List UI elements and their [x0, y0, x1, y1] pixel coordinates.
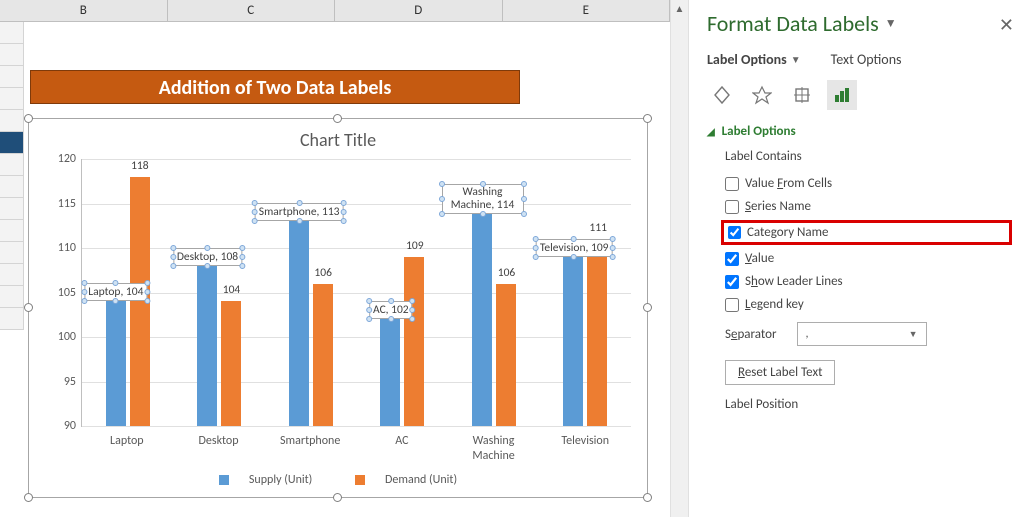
title-banner: Addition of Two Data Labels: [30, 70, 520, 104]
bar-demand[interactable]: [587, 239, 607, 426]
x-axis-tick: Laptop: [81, 434, 173, 463]
bar-supply[interactable]: [472, 212, 492, 426]
resize-handle[interactable]: [24, 303, 33, 312]
col-header[interactable]: E: [503, 0, 671, 21]
chart-title[interactable]: Chart Title: [33, 123, 643, 155]
pane-icon-tabs: [707, 80, 1012, 110]
bar-supply[interactable]: [289, 221, 309, 426]
opt-category-name-hl: Category Name: [721, 220, 1012, 245]
column-headers: B C D E: [0, 0, 670, 22]
bar-supply[interactable]: [106, 301, 126, 426]
data-label[interactable]: 109: [406, 239, 424, 253]
chart-object[interactable]: Chart Title 9095100105110115120Laptop, 1…: [28, 118, 648, 498]
resize-handle[interactable]: [643, 493, 652, 502]
chart-area: Chart Title 9095100105110115120Laptop, 1…: [33, 123, 643, 493]
checkbox[interactable]: [725, 298, 739, 312]
data-label[interactable]: 118: [131, 159, 149, 173]
y-axis-tick: 95: [42, 375, 82, 389]
x-axis-tick: AC: [356, 434, 448, 463]
bar-supply[interactable]: [563, 257, 583, 426]
resize-handle[interactable]: [24, 114, 33, 123]
legend-item: Supply (Unit): [209, 473, 322, 487]
checkbox[interactable]: [725, 275, 739, 289]
data-label[interactable]: Desktop, 108: [173, 248, 242, 266]
resize-handle[interactable]: [24, 493, 33, 502]
resize-handle[interactable]: [643, 114, 652, 123]
chart-options-icon[interactable]: [827, 80, 857, 110]
reset-label-text-button[interactable]: Reset Label Text: [725, 360, 835, 385]
pane-title: Format Data Labels ▼: [707, 10, 1012, 37]
data-label[interactable]: AC, 102: [369, 301, 413, 319]
section-label-options[interactable]: ◢ Label Options: [707, 124, 1012, 139]
opt-series-name[interactable]: Series Name: [707, 195, 1012, 218]
data-label[interactable]: 106: [498, 266, 516, 280]
fill-icon[interactable]: [707, 80, 737, 110]
vertical-scrollbar[interactable]: ▲: [670, 0, 688, 517]
col-header[interactable]: D: [335, 0, 503, 21]
bar-demand[interactable]: [313, 284, 333, 426]
x-axis-tick: Television: [539, 434, 631, 463]
resize-handle[interactable]: [333, 114, 342, 123]
x-axis-tick: Desktop: [173, 434, 265, 463]
separator-dropdown[interactable]: , ▼: [797, 322, 927, 346]
legend: Supply (Unit) Demand (Unit): [33, 473, 643, 487]
data-label[interactable]: Television, 109: [536, 239, 613, 257]
opt-value[interactable]: Value: [707, 247, 1012, 270]
scroll-up-icon[interactable]: ▲: [671, 0, 688, 18]
y-axis-tick: 110: [42, 241, 82, 255]
data-label[interactable]: 106: [314, 266, 332, 280]
size-icon[interactable]: [787, 80, 817, 110]
plot-area: 9095100105110115120Laptop, 104Desktop, 1…: [81, 159, 631, 427]
label-position-header: Label Position: [707, 397, 1012, 412]
data-label[interactable]: 111: [589, 221, 607, 235]
opt-leader-lines[interactable]: Show Leader Lines: [707, 270, 1012, 293]
col-header[interactable]: B: [0, 0, 168, 21]
chevron-down-icon: ▼: [791, 53, 801, 66]
bar-demand[interactable]: [496, 284, 516, 426]
checkbox[interactable]: [725, 252, 739, 266]
bar-demand[interactable]: [404, 257, 424, 426]
bar-supply[interactable]: [197, 266, 217, 426]
data-label[interactable]: 104: [223, 283, 241, 297]
y-axis-tick: 120: [42, 152, 82, 166]
label-contains-header: Label Contains: [707, 149, 1012, 164]
data-label[interactable]: Washing Machine, 114: [442, 184, 524, 213]
checkbox[interactable]: [725, 177, 739, 191]
opt-category-name-label[interactable]: Category Name: [747, 225, 829, 240]
y-axis-tick: 100: [42, 330, 82, 344]
opt-value-from-cells[interactable]: Value From Cells: [707, 172, 1012, 195]
data-label[interactable]: Smartphone, 113: [255, 203, 344, 221]
x-axis-tick: WashingMachine: [448, 434, 540, 463]
checkbox[interactable]: [728, 226, 741, 239]
tab-label-options[interactable]: Label Options ▼: [707, 51, 801, 68]
format-pane: ✕ Format Data Labels ▼ Label Options ▼ T…: [688, 0, 1030, 517]
y-axis-tick: 105: [42, 286, 82, 300]
app-root: B C D E Addition of Two Data Labels Char…: [0, 0, 1030, 517]
separator-row: Separator , ▼: [707, 316, 1012, 352]
y-axis-tick: 90: [42, 419, 82, 433]
chevron-down-icon[interactable]: ▼: [885, 16, 897, 31]
effects-icon[interactable]: [747, 80, 777, 110]
row-headers: [0, 22, 24, 330]
tab-text-options[interactable]: Text Options: [831, 51, 902, 68]
resize-handle[interactable]: [333, 493, 342, 502]
data-label[interactable]: Laptop, 104: [84, 283, 147, 301]
resize-handle[interactable]: [643, 303, 652, 312]
legend-item: Demand (Unit): [345, 473, 467, 487]
opt-legend-key[interactable]: Legend key: [707, 293, 1012, 316]
checkbox[interactable]: [725, 200, 739, 214]
x-axis-tick: Smartphone: [264, 434, 356, 463]
bar-supply[interactable]: [380, 319, 400, 426]
collapse-icon: ◢: [707, 125, 715, 138]
bar-demand[interactable]: [221, 301, 241, 426]
close-icon[interactable]: ✕: [999, 14, 1014, 36]
x-axis-labels: LaptopDesktopSmartphoneACWashingMachineT…: [81, 434, 631, 463]
col-header[interactable]: C: [168, 0, 336, 21]
chevron-down-icon: ▼: [909, 329, 918, 340]
y-axis-tick: 115: [42, 197, 82, 211]
pane-subtabs: Label Options ▼ Text Options: [707, 51, 1012, 68]
worksheet: B C D E Addition of Two Data Labels Char…: [0, 0, 670, 517]
